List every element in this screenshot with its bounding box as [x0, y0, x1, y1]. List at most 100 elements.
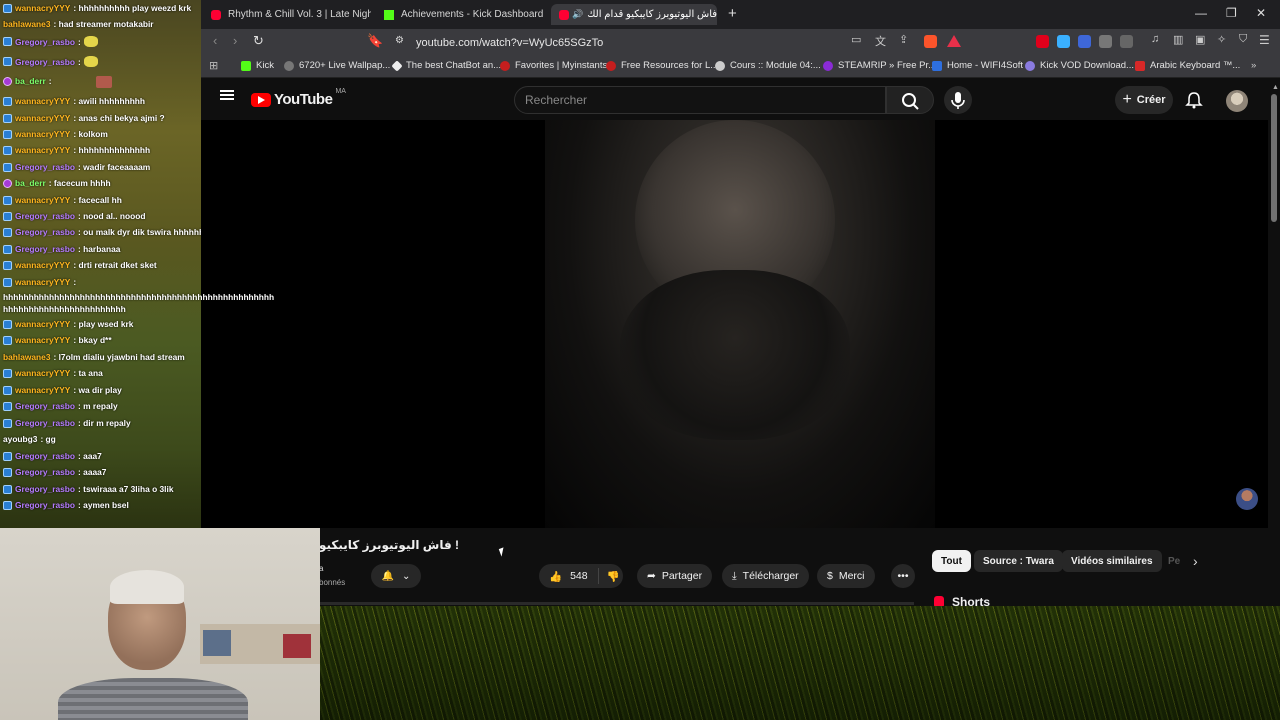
bookmark-steamrip[interactable]: STEAMRIP » Free Pr... — [823, 60, 936, 71]
extension-wave-icon[interactable] — [1078, 35, 1091, 48]
screenshot-icon[interactable] — [1120, 35, 1133, 48]
bookmark-free-resources[interactable]: Free Resources for L... — [606, 60, 718, 71]
chat-username[interactable]: wannacryYYY — [15, 129, 70, 139]
chat-username[interactable]: Gregory_rasbo — [15, 162, 75, 172]
chip-source[interactable]: Source : Twara — [974, 550, 1063, 572]
bookmark-cours-module[interactable]: Cours :: Module 04:... — [715, 60, 821, 71]
bookmark-wifi4soft[interactable]: Home - WIFI4Soft — [932, 60, 1023, 71]
page-scrollbar[interactable] — [1271, 94, 1277, 222]
chat-username[interactable]: Gregory_rasbo — [15, 467, 75, 477]
back-icon[interactable]: ‹ — [213, 33, 217, 48]
apps-grid-icon[interactable]: ⊞ — [209, 59, 218, 72]
video-player[interactable] — [201, 120, 1268, 528]
bookmark-arabic-keyboard[interactable]: Arabic Keyboard ™... — [1135, 60, 1240, 71]
chat-username[interactable]: wannacryYYY — [15, 335, 70, 345]
search-button[interactable] — [886, 86, 934, 114]
region-label: MA — [335, 88, 346, 95]
more-bookmarks-icon[interactable]: » — [1251, 60, 1256, 71]
chat-username[interactable]: ayoubg3 — [3, 434, 37, 444]
chat-username[interactable]: Gregory_rasbo — [15, 227, 75, 237]
video-frame — [545, 120, 935, 528]
more-actions-button[interactable]: ••• — [891, 564, 915, 588]
chip-partial[interactable]: Pe — [1160, 550, 1180, 572]
chat-username[interactable]: wannacryYYY — [15, 113, 70, 123]
chat-username[interactable]: Gregory_rasbo — [15, 244, 75, 254]
thanks-button[interactable]: $ Merci — [817, 564, 875, 588]
chat-username[interactable]: wannacryYYY — [15, 385, 70, 395]
thumbs-up-icon[interactable]: 👍 — [539, 570, 562, 583]
chat-username[interactable]: wannacryYYY — [15, 96, 70, 106]
bookmark-chatbot[interactable]: The best ChatBot an... — [391, 59, 501, 72]
tab-rhythm-chill[interactable]: Rhythm & Chill Vol. 3 | Late Night R& — [211, 4, 371, 25]
chat-username[interactable]: wannacryYYY — [15, 195, 70, 205]
chat-username[interactable]: Gregory_rasbo — [15, 211, 75, 221]
brave-shield-icon[interactable] — [924, 35, 937, 48]
chip-all[interactable]: Tout — [932, 550, 971, 572]
translate-icon[interactable]: 文 — [875, 33, 886, 49]
extension-record-icon[interactable] — [1036, 35, 1049, 48]
extension-blue-icon[interactable] — [1057, 35, 1070, 48]
notifications-button[interactable] — [1185, 91, 1203, 114]
chat-username[interactable]: ba_derr — [15, 76, 46, 86]
brave-rewards-icon[interactable] — [947, 35, 961, 47]
chat-username[interactable]: Gregory_rasbo — [15, 401, 75, 411]
voice-search-button[interactable] — [944, 86, 972, 114]
restore-icon[interactable]: ❐ — [1226, 6, 1237, 20]
reload-icon[interactable]: ↻ — [253, 33, 264, 49]
thanks-label: Merci — [838, 570, 865, 582]
chat-username[interactable]: wannacryYYY — [15, 260, 70, 270]
close-window-icon[interactable]: ✕ — [1256, 6, 1266, 20]
tab-kick-dashboard[interactable]: Achievements - Kick Dashboard — [384, 4, 549, 25]
bookmark-label: Favorites | Myinstants — [515, 60, 608, 71]
minimize-icon[interactable]: — — [1195, 6, 1207, 20]
sidebar-icon[interactable]: ▥ — [1173, 33, 1183, 46]
youtube-logo[interactable]: YouTube MA — [251, 88, 346, 108]
bookmark-myinstants[interactable]: Favorites | Myinstants — [500, 60, 607, 71]
share-button[interactable]: ➦ Partager — [637, 564, 713, 588]
chat-username[interactable]: Gregory_rasbo — [15, 418, 75, 428]
scroll-up-arrow-icon[interactable]: ▲ — [1272, 84, 1279, 91]
download-button[interactable]: ⤓ Télécharger — [722, 564, 809, 588]
new-tab-icon[interactable]: + — [728, 5, 737, 22]
url-field[interactable]: youtube.com/watch?v=WyUc65SGzTo — [416, 33, 976, 53]
extensions-puzzle-icon[interactable] — [1099, 35, 1112, 48]
wallet-icon[interactable]: ▣ — [1195, 33, 1205, 46]
chat-username[interactable]: bahlawane3 — [3, 352, 50, 362]
chat-username[interactable]: ba_derr — [15, 178, 46, 188]
chat-username[interactable]: wannacryYYY — [15, 319, 70, 329]
chat-text: : facecall hh — [73, 195, 122, 205]
thumbs-down-icon[interactable]: 👎 — [599, 570, 620, 583]
chat-username[interactable]: wannacryYYY — [15, 145, 70, 155]
chat-username[interactable]: wannacryYYY — [15, 368, 70, 378]
subscribed-notifications-button[interactable]: 🔔 ⌄ — [371, 564, 421, 588]
bookmark-live-wallpapers[interactable]: 6720+ Live Wallpap... — [284, 60, 390, 71]
bookmark-icon[interactable]: 🔖 — [367, 33, 383, 49]
chat-username[interactable]: Gregory_rasbo — [15, 37, 75, 47]
bookmark-kick[interactable]: Kick — [241, 60, 274, 71]
chat-username[interactable]: Gregory_rasbo — [15, 451, 75, 461]
channel-watermark-avatar[interactable] — [1236, 488, 1258, 510]
chat-username[interactable]: wannacryYYY — [15, 277, 70, 287]
chevron-right-icon[interactable]: › — [1193, 553, 1198, 569]
chip-similar-videos[interactable]: Vidéos similaires — [1062, 550, 1162, 572]
forward-icon[interactable]: › — [233, 33, 237, 48]
hamburger-menu-icon[interactable] — [220, 90, 234, 100]
tab-youtube-active[interactable]: 🔊 فاش اليوتيوبرز كايبكيو قدام الك ✕ — [551, 4, 717, 25]
vpn-icon[interactable]: ⛉ — [1239, 33, 1247, 46]
leo-ai-icon[interactable]: ✧ — [1217, 33, 1226, 46]
search-input[interactable]: Rechercher — [514, 86, 886, 114]
chat-username[interactable]: wannacryYYY — [15, 3, 70, 13]
create-button[interactable]: + Créer — [1115, 86, 1173, 114]
share-icon[interactable]: ⇪ — [899, 33, 908, 46]
cast-icon[interactable]: ▭ — [851, 33, 861, 46]
chat-username[interactable]: Gregory_rasbo — [15, 57, 75, 67]
chat-username[interactable]: Gregory_rasbo — [15, 484, 75, 494]
chat-username[interactable]: Gregory_rasbo — [15, 500, 75, 510]
account-avatar[interactable] — [1226, 90, 1248, 112]
chat-username[interactable]: bahlawane3 — [3, 19, 50, 29]
menu-icon[interactable]: ☰ — [1259, 33, 1270, 47]
site-info-icon[interactable]: ⚙ — [395, 35, 404, 46]
bookmark-kick-vod[interactable]: Kick VOD Download... — [1025, 60, 1134, 71]
music-icon[interactable]: ♫ — [1151, 33, 1159, 45]
like-count[interactable]: 548 — [562, 570, 588, 582]
